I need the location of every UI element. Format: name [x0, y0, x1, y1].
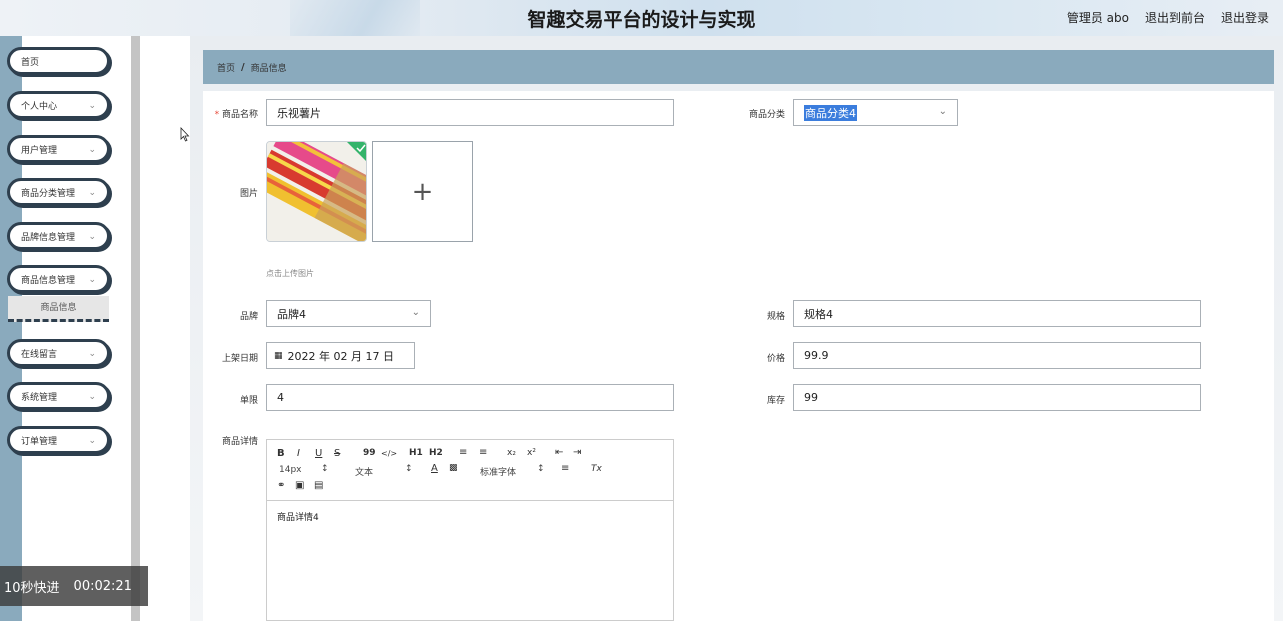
ordered-list-icon[interactable]: ≡ [459, 447, 467, 458]
name-label: * 商品名称 [214, 110, 258, 120]
header-actions: 管理员 abo 退出到前台 退出登录 [1067, 9, 1269, 26]
mouse-cursor-icon [180, 127, 190, 142]
indent-increase-icon[interactable]: ⇥ [573, 447, 581, 458]
bold-button[interactable]: B [277, 448, 285, 459]
font-color-icon[interactable]: A [431, 463, 438, 474]
sidebar-item-system[interactable]: 系统管理 ⌄ [7, 382, 110, 410]
editor-toolbar: B I U S 99 </> H1 H2 ≡ ≡ x₂ x² ⇤ ⇥ 14px … [267, 440, 673, 501]
sidebar-item-users[interactable]: 用户管理 ⌄ [7, 135, 110, 163]
chevron-down-icon: ⌄ [88, 232, 96, 242]
date-label: 上架日期 [221, 354, 258, 364]
bullet-list-icon[interactable]: ≡ [479, 447, 487, 458]
gutter [140, 36, 190, 621]
current-user: 管理员 abo [1066, 11, 1129, 25]
stock-label: 库存 [766, 396, 785, 406]
date-picker[interactable]: ▦ 2022 年 02 月 17 日 [266, 342, 415, 369]
align-icon[interactable]: ≡ [561, 463, 569, 474]
editor-content[interactable]: 商品详情4 [277, 510, 319, 523]
header-select[interactable]: 文本 [355, 465, 373, 478]
upload-hint: 点击上传图片 [266, 269, 314, 278]
chevron-down-icon: ⌄ [88, 188, 96, 198]
limit-input[interactable]: 4 [266, 384, 674, 411]
select-arrows-icon: ↕ [405, 464, 413, 474]
calendar-icon: ▦ [274, 350, 283, 361]
strike-button[interactable]: S [334, 448, 340, 459]
image-label: 图片 [239, 189, 258, 199]
chevron-down-icon: ⌄ [411, 307, 420, 318]
name-input[interactable]: 乐视薯片 [266, 99, 674, 126]
category-label: 商品分类 [748, 110, 785, 120]
breadcrumb: 首页 / 商品信息 [203, 50, 1274, 84]
back-to-front-link[interactable]: 退出到前台 [1145, 9, 1205, 26]
breadcrumb-home[interactable]: 首页 [217, 61, 235, 74]
italic-button[interactable]: I [297, 448, 300, 459]
chevron-down-icon: ⌄ [88, 349, 96, 359]
category-select[interactable]: 商品分类4 ⌄ [793, 99, 958, 126]
top-header: 智趣交易平台的设计与实现 管理员 abo 退出到前台 退出登录 [0, 0, 1283, 36]
sidebar-scrollbar[interactable] [131, 36, 140, 621]
limit-label: 单限 [239, 396, 258, 406]
superscript-button[interactable]: x² [527, 448, 536, 458]
sidebar-edge [0, 36, 22, 621]
indent-decrease-icon[interactable]: ⇤ [555, 447, 563, 458]
sidebar-item-home[interactable]: 首页 [7, 47, 110, 75]
h2-button[interactable]: H2 [429, 448, 443, 458]
select-arrows-icon: ↕ [537, 464, 545, 474]
logout-link[interactable]: 退出登录 [1221, 9, 1269, 26]
breadcrumb-separator: / [241, 61, 245, 73]
underline-button[interactable]: U [315, 448, 322, 459]
chevron-down-icon: ⌄ [88, 145, 96, 155]
sidebar-subitem-goods-info[interactable]: 商品信息 [8, 296, 109, 322]
link-icon[interactable]: ⚭ [277, 480, 285, 491]
chevron-down-icon: ⌄ [88, 101, 96, 111]
brand-select[interactable]: 品牌4 ⌄ [266, 300, 431, 327]
chevron-down-icon: ⌄ [938, 106, 947, 117]
spec-label: 规格 [766, 312, 785, 322]
brand-label: 品牌 [239, 312, 258, 322]
select-arrows-icon: ↕ [321, 464, 329, 474]
sidebar-item-goods[interactable]: 商品信息管理 ⌄ [7, 265, 110, 293]
price-label: 价格 [766, 354, 785, 364]
background-color-icon[interactable]: ▩ [449, 463, 458, 473]
image-icon[interactable]: ▣ [295, 480, 304, 491]
font-size-select[interactable]: 14px [279, 465, 302, 475]
fast-forward-label: 10秒快进 [4, 580, 60, 596]
breadcrumb-current: 商品信息 [250, 63, 287, 74]
sidebar-item-orders[interactable]: 订单管理 ⌄ [7, 426, 110, 454]
sidebar-item-category[interactable]: 商品分类管理 ⌄ [7, 178, 110, 206]
subscript-button[interactable]: x₂ [507, 448, 516, 458]
chevron-down-icon: ⌄ [88, 392, 96, 402]
font-family-select[interactable]: 标准字体 [480, 465, 516, 478]
uploaded-image[interactable] [266, 141, 367, 242]
detail-label: 商品详情 [221, 437, 258, 447]
sidebar-item-messages[interactable]: 在线留言 ⌄ [7, 339, 110, 367]
quote-button[interactable]: 99 [363, 448, 376, 458]
sidebar-item-personal[interactable]: 个人中心 ⌄ [7, 91, 110, 119]
playback-time: 00:02:21 [73, 578, 132, 594]
spec-input[interactable]: 规格4 [793, 300, 1201, 327]
sidebar-item-brand[interactable]: 品牌信息管理 ⌄ [7, 222, 110, 250]
rich-text-editor: B I U S 99 </> H1 H2 ≡ ≡ x₂ x² ⇤ ⇥ 14px … [266, 439, 674, 621]
h1-button[interactable]: H1 [409, 448, 423, 458]
chevron-down-icon: ⌄ [88, 436, 96, 446]
stock-input[interactable]: 99 [793, 384, 1201, 411]
chevron-up-icon: ⌄ [88, 275, 96, 285]
plus-icon: + [411, 176, 434, 207]
sidebar [22, 36, 132, 621]
clear-format-button[interactable]: Tx [591, 464, 602, 474]
price-input[interactable]: 99.9 [793, 342, 1201, 369]
product-photo-icon [267, 142, 366, 241]
code-button[interactable]: </> [381, 449, 397, 458]
video-icon[interactable]: ▤ [314, 480, 323, 491]
image-upload-button[interactable]: + [372, 141, 473, 242]
playback-overlay: 10秒快进 00:02:21 [0, 566, 148, 606]
